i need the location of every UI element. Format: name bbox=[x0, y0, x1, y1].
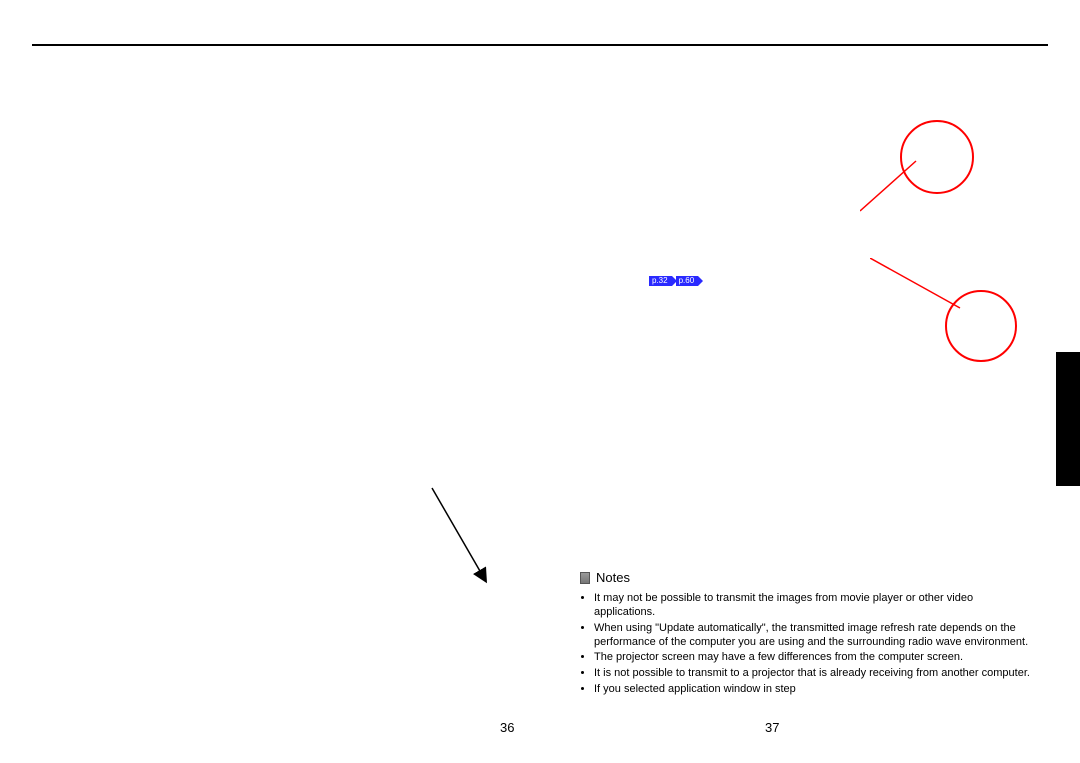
notes-section: Notes It may not be possible to transmit… bbox=[580, 570, 1030, 699]
section-tab bbox=[1056, 352, 1080, 486]
note-item: If you selected application window in st… bbox=[594, 683, 1030, 697]
notes-heading: Notes bbox=[596, 570, 630, 586]
note-item: It is not possible to transmit to a proj… bbox=[594, 667, 1030, 681]
notes-heading-row: Notes bbox=[580, 570, 1030, 586]
step-arrow bbox=[420, 480, 500, 590]
note-item: It may not be possible to transmit the i… bbox=[594, 592, 1030, 620]
page-ref-row: p.32 p.60 bbox=[649, 276, 698, 286]
page-ref-pill[interactable]: p.60 bbox=[676, 276, 699, 286]
page-ref-pill[interactable]: p.32 bbox=[649, 276, 672, 286]
callout-leader-lower bbox=[870, 258, 970, 318]
notes-list: It may not be possible to transmit the i… bbox=[594, 592, 1030, 696]
note-icon bbox=[580, 572, 590, 584]
page-number-left: 36 bbox=[500, 720, 514, 735]
note-item: When using "Update automatically", the t… bbox=[594, 622, 1030, 650]
callout-leader-upper bbox=[860, 155, 940, 215]
page-number-right: 37 bbox=[765, 720, 779, 735]
header-rule bbox=[32, 44, 1048, 46]
note-item: The projector screen may have a few diff… bbox=[594, 651, 1030, 665]
